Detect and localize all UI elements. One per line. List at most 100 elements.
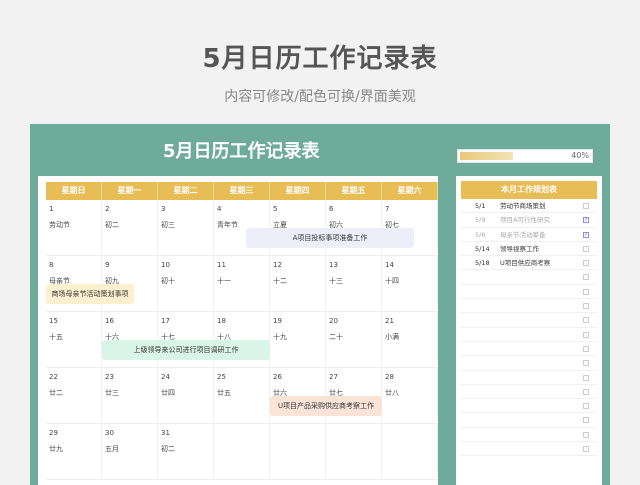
- calendar-day[interactable]: 30 五月: [102, 424, 158, 480]
- calendar-day[interactable]: 21 小满: [382, 312, 438, 368]
- plan-checkbox[interactable]: [583, 446, 589, 453]
- day-number: 17: [161, 317, 170, 325]
- plan-text: 项目A可行性研究: [500, 216, 550, 225]
- plan-text: U项目供应商考察: [500, 259, 551, 268]
- day-lunar: 五月: [105, 445, 119, 453]
- day-lunar: 十四: [385, 277, 399, 285]
- calendar-day[interactable]: 11 十一: [214, 256, 270, 312]
- calendar-day[interactable]: 12 十二: [270, 256, 326, 312]
- plan-checkbox[interactable]: [583, 274, 589, 281]
- day-number: 27: [329, 373, 338, 381]
- day-number: 25: [217, 373, 226, 381]
- calendar-day[interactable]: 10 初十: [158, 256, 214, 312]
- day-number: 20: [329, 317, 338, 325]
- calendar-day[interactable]: 2 初二: [102, 200, 158, 256]
- plan-checkbox[interactable]: [583, 203, 589, 209]
- plan-checkbox[interactable]: ✓: [583, 217, 589, 224]
- plan-item: 5/9 项目A可行性研究 ✓: [461, 213, 597, 228]
- calendar-day[interactable]: 20 二十: [326, 312, 382, 368]
- plan-checkbox[interactable]: [583, 431, 589, 438]
- weekday-label: 星期三: [214, 182, 270, 200]
- day-number: 18: [217, 317, 226, 325]
- day-number: 22: [49, 373, 58, 381]
- plan-checkbox[interactable]: [583, 245, 589, 252]
- day-number: 31: [161, 429, 170, 437]
- calendar-day[interactable]: 24 廿四: [158, 368, 214, 424]
- plan-title: 本月工作规划表: [461, 181, 597, 199]
- progress-bar: 40%: [457, 149, 593, 163]
- calendar-day[interactable]: 3 初三: [158, 200, 214, 256]
- plan-checkbox[interactable]: [583, 331, 589, 338]
- day-lunar: 初二: [161, 445, 175, 453]
- calendar-day[interactable]: 25 廿五: [214, 368, 270, 424]
- calendar-grid: 1 劳动节 2 初二 3 初三 4 青年节 5 立夏 6 初六 7 初七 A项目投标事项准备工作 8 母亲节 9 初…: [46, 200, 438, 480]
- calendar-day[interactable]: 15 十五: [46, 312, 102, 368]
- plan-checkbox[interactable]: [583, 260, 589, 267]
- plan-item: [461, 442, 597, 457]
- day-number: 6: [329, 205, 334, 213]
- plan-date: 5/6: [475, 230, 486, 239]
- day-number: 3: [161, 205, 166, 213]
- plan-checkbox[interactable]: [583, 360, 589, 367]
- plan-list: 5/1 劳动节商场策划 5/9 项目A可行性研究 ✓ 5/6 母亲节活动筹备 ✓ 5/14 领导视…: [456, 199, 602, 457]
- plan-checkbox[interactable]: [583, 403, 589, 410]
- day-lunar: 廿八: [385, 389, 399, 397]
- weekday-label: 星期一: [102, 182, 158, 200]
- calendar-frame: 5月日历工作记录表 40% 星期日 星期一 星期二 星期三 星期四 星期五 星期六 1 劳动节…: [30, 124, 610, 485]
- progress-label: 40%: [571, 151, 589, 160]
- plan-text: 劳动节商场策划: [500, 202, 546, 210]
- calendar-day[interactable]: 14 十四: [382, 256, 438, 312]
- plan-item: [461, 385, 597, 400]
- calendar-day[interactable]: 19 十九: [270, 312, 326, 368]
- calendar-event[interactable]: U项目产品采购供应商考察工作: [270, 396, 382, 416]
- calendar-week: 22 廿二 23 廿三 24 廿四 25 廿五 26 廿六 27 廿七 28 廿八 U项目产品采购供应商考察…: [46, 368, 438, 424]
- calendar-day[interactable]: 13 十三: [326, 256, 382, 312]
- calendar-day[interactable]: 1 劳动节: [46, 200, 102, 256]
- calendar-event[interactable]: A项目投标事项准备工作: [246, 228, 414, 248]
- day-number: 2: [105, 205, 110, 213]
- day-lunar: 十九: [273, 333, 287, 341]
- calendar-day[interactable]: 23 廿三: [102, 368, 158, 424]
- monthly-plan: 本月工作规划表 5/1 劳动节商场策划 5/9 项目A可行性研究 ✓ 5/6 母亲节活动筹备…: [456, 176, 602, 485]
- plan-date: 5/14: [475, 244, 490, 253]
- day-number: 16: [105, 317, 114, 325]
- day-lunar: 小满: [385, 333, 399, 341]
- plan-checkbox[interactable]: ✓: [583, 231, 589, 238]
- plan-text: 母亲节活动筹备: [500, 230, 546, 239]
- calendar-day[interactable]: 28 廿八: [382, 368, 438, 424]
- calendar-day[interactable]: 29 廿九: [46, 424, 102, 480]
- plan-checkbox[interactable]: [583, 374, 589, 381]
- weekday-label: 星期六: [382, 182, 438, 200]
- weekday-label: 星期日: [46, 182, 102, 200]
- plan-checkbox[interactable]: [583, 303, 589, 310]
- day-number: 30: [105, 429, 114, 437]
- calendar-day[interactable]: [382, 424, 438, 480]
- plan-checkbox[interactable]: [583, 388, 589, 395]
- day-lunar: 十三: [329, 277, 343, 285]
- day-number: 14: [385, 261, 394, 269]
- plan-item: [461, 356, 597, 371]
- day-lunar: 初三: [161, 221, 175, 229]
- day-lunar: 廿五: [217, 389, 231, 397]
- weekday-label: 星期五: [326, 182, 382, 200]
- plan-date: 5/9: [475, 216, 486, 225]
- day-number: 7: [385, 205, 390, 213]
- calendar-event[interactable]: 商场母亲节活动策划事项: [46, 284, 134, 304]
- calendar-day[interactable]: [326, 424, 382, 480]
- calendar-day[interactable]: 31 初二: [158, 424, 214, 480]
- plan-item: [461, 299, 597, 314]
- calendar-day[interactable]: [214, 424, 270, 480]
- progress-fill: [460, 152, 513, 160]
- calendar-event[interactable]: 上级领导来公司进行项目调研工作: [102, 340, 270, 360]
- day-lunar: 十一: [217, 277, 231, 285]
- plan-checkbox[interactable]: [583, 417, 589, 424]
- plan-checkbox[interactable]: [583, 288, 589, 295]
- calendar-day[interactable]: [270, 424, 326, 480]
- day-lunar: 劳动节: [49, 221, 70, 229]
- calendar-week: 15 十五 16 十六 17 十七 18 十八 19 十九 20 二十 21 小满 上级领导来公司进行项目调…: [46, 312, 438, 368]
- day-number: 8: [49, 261, 54, 269]
- calendar-day[interactable]: 22 廿二: [46, 368, 102, 424]
- plan-checkbox[interactable]: [583, 317, 589, 324]
- plan-item: [461, 428, 597, 443]
- plan-checkbox[interactable]: [583, 345, 589, 352]
